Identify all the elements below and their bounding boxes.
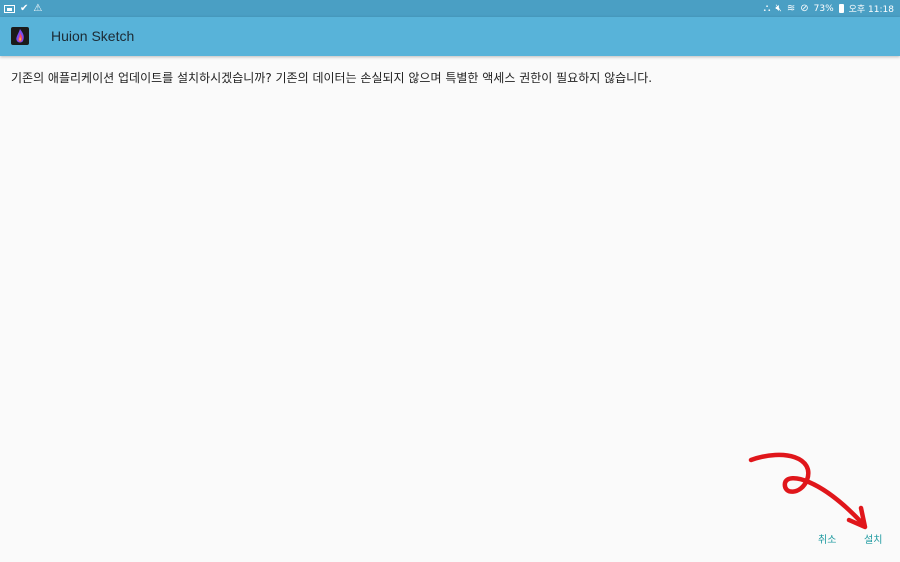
install-button[interactable]: 설치 xyxy=(864,531,882,546)
mute-icon: 🔇︎ xyxy=(775,3,782,14)
warning-icon: ⚠ xyxy=(33,3,43,14)
battery-percent: 73% xyxy=(813,3,834,14)
app-logo-icon xyxy=(11,27,29,45)
battery-icon xyxy=(838,4,844,13)
install-message: 기존의 애플리케이션 업데이트를 설치하시겠습니까? 기존의 데이터는 손실되지… xyxy=(11,71,653,85)
app-bar: Huion Sketch xyxy=(0,17,900,56)
no-sign-icon: ⊘ xyxy=(800,3,809,14)
red-arrow-annotation xyxy=(748,452,868,530)
check-icon: ✔ xyxy=(20,3,29,14)
wifi-icon: ≋ xyxy=(786,3,796,14)
network-icon: ⛬ xyxy=(763,3,771,14)
cancel-button[interactable]: 취소 xyxy=(818,531,836,546)
app-title: Huion Sketch xyxy=(51,28,135,44)
status-bar: ✔ ⚠ ⛬ 🔇︎ ≋ ⊘ 73% 오후 11:18 xyxy=(0,0,900,17)
image-icon xyxy=(4,4,15,13)
status-left-icons: ✔ ⚠ xyxy=(4,2,42,15)
status-right-icons: ⛬ 🔇︎ ≋ ⊘ 73% 오후 11:18 xyxy=(764,0,894,17)
clock: 오후 11:18 xyxy=(848,5,894,15)
